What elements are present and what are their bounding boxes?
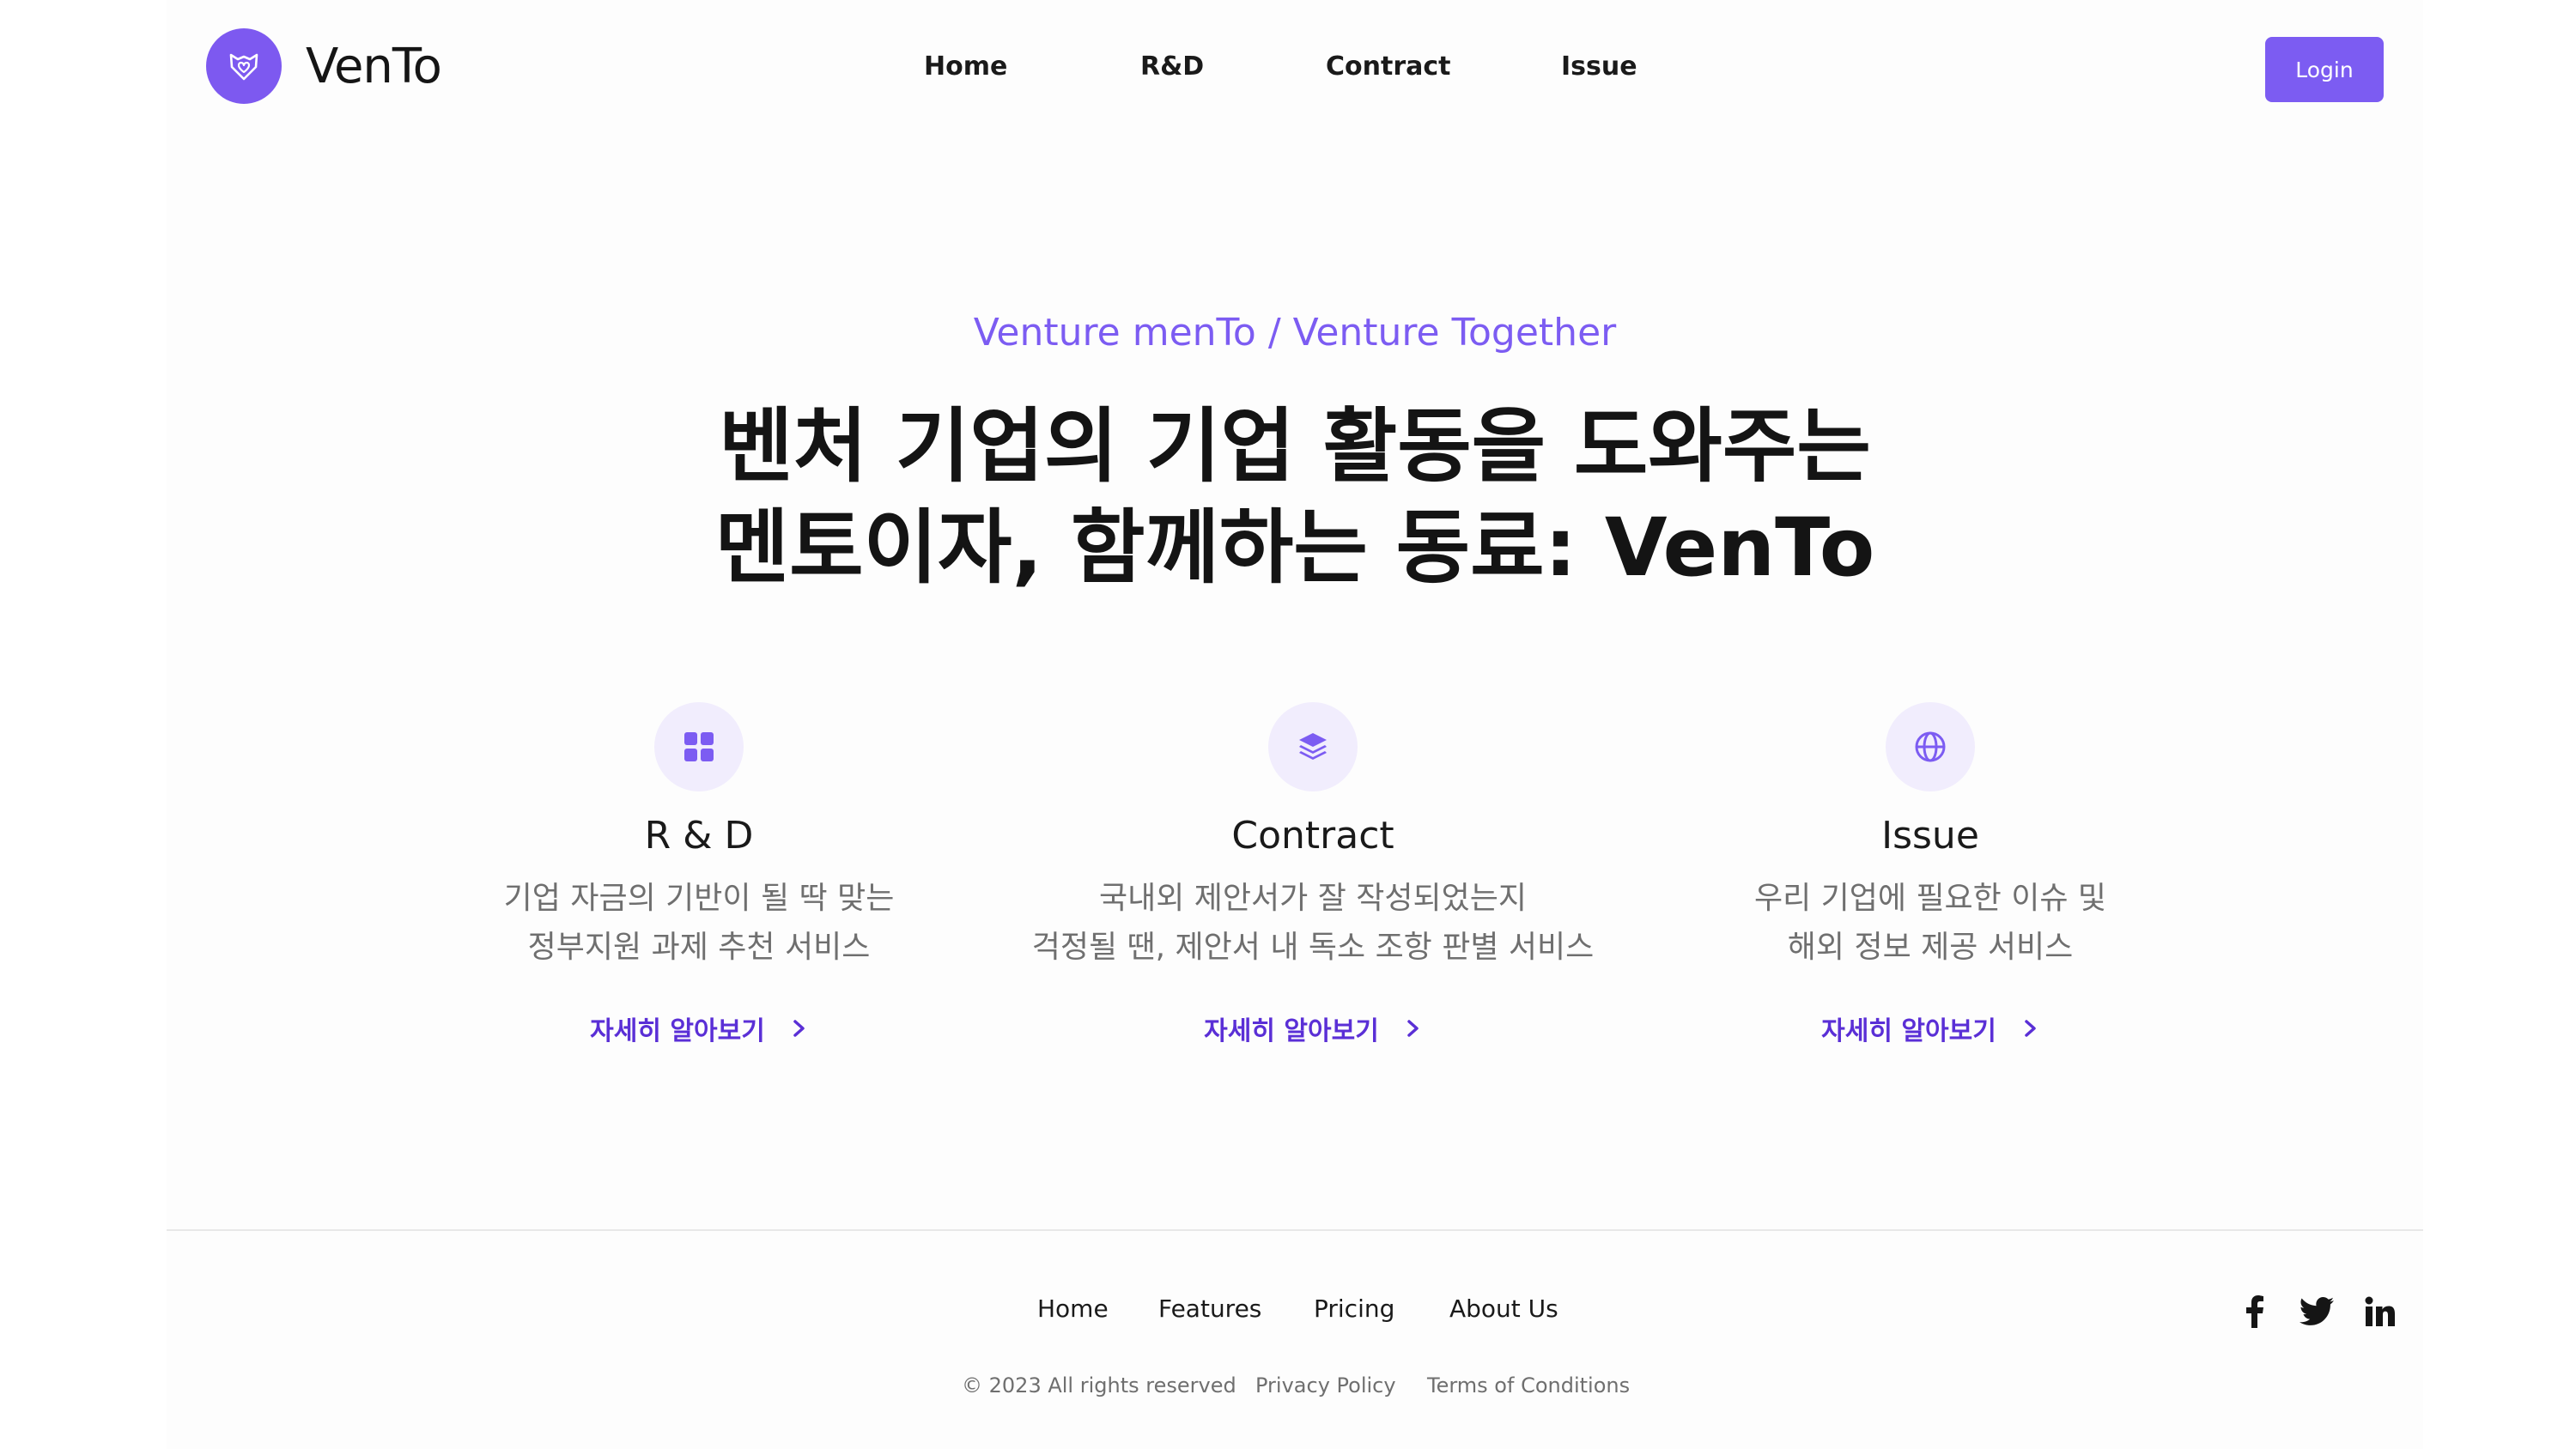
grid-icon [654,702,744,791]
feature-description: 국내외 제안서가 잘 작성되었는지 걱정될 땐, 제안서 내 독소 조항 판별 … [1004,874,1622,972]
chevron-right-icon [2025,1020,2036,1037]
facebook-icon[interactable] [2236,1293,2274,1331]
layers-icon [1268,702,1358,791]
feature-title: R & D [644,814,754,858]
feature-desc-line-1: 우리 기업에 필요한 이슈 및 [1753,881,2107,916]
feature-desc-line-2: 걱정될 땐, 제안서 내 독소 조항 판별 서비스 [1031,930,1595,965]
feature-title: Issue [1881,814,1979,858]
nav-rd[interactable]: R&D [1140,52,1204,82]
nav-home[interactable]: Home [924,52,1007,82]
feature-desc-line-1: 국내외 제안서가 잘 작성되었는지 [1098,881,1527,916]
learn-more-link-rd[interactable]: 자세히 알아보기 [390,1009,1008,1047]
learn-more-label: 자세히 알아보기 [1821,1016,1996,1046]
footer-link-pricing[interactable]: Pricing [1314,1294,1394,1323]
hero-subtitle: Venture menTo / Venture Together [973,311,1617,355]
page: VenTo Home R&D Contract Issue Login Vent… [167,0,2423,1449]
twitter-icon[interactable] [2298,1293,2336,1331]
footer-divider [167,1229,2423,1231]
globe-icon [1886,702,1975,791]
main-nav: Home R&D Contract Issue [167,52,2423,91]
login-button[interactable]: Login [2265,37,2384,102]
feature-description: 기업 자금의 기반이 될 딱 맞는 정부지원 과제 추천 서비스 [390,874,1008,972]
linkedin-icon[interactable] [2361,1293,2399,1331]
privacy-policy-link[interactable]: Privacy Policy [1255,1373,1396,1397]
feature-desc-line-2: 정부지원 과제 추천 서비스 [527,930,871,965]
terms-link[interactable]: Terms of Conditions [1427,1373,1630,1397]
feature-desc-line-1: 기업 자금의 기반이 될 딱 맞는 [503,881,895,916]
hero-title-line-2: 멘토이자, 함께하는 동료: VenTo [714,501,1875,595]
copyright-text: © 2023 All rights reserved [962,1373,1236,1397]
hero-title-line-1: 벤처 기업의 기업 활동을 도와주는 [719,400,1871,494]
nav-issue[interactable]: Issue [1561,52,1637,82]
footer-link-features[interactable]: Features [1158,1294,1261,1323]
footer-link-home[interactable]: Home [1037,1294,1109,1323]
hero-title: 벤처 기업의 기업 활동을 도와주는 멘토이자, 함께하는 동료: VenTo [167,397,2423,599]
chevron-right-icon [1407,1020,1419,1037]
feature-desc-line-2: 해외 정보 제공 서비스 [1787,930,2074,965]
learn-more-link-issue[interactable]: 자세히 알아보기 [1621,1009,2239,1047]
nav-contract[interactable]: Contract [1326,52,1451,82]
chevron-right-icon [793,1020,805,1037]
learn-more-label: 자세히 알아보기 [590,1016,765,1046]
learn-more-label: 자세히 알아보기 [1204,1016,1379,1046]
feature-title: Contract [1231,814,1394,858]
feature-description: 우리 기업에 필요한 이슈 및 해외 정보 제공 서비스 [1621,874,2239,972]
footer-link-about-us[interactable]: About Us [1449,1294,1558,1323]
header: VenTo Home R&D Contract Issue Login [167,0,2423,146]
learn-more-link-contract[interactable]: 자세히 알아보기 [1004,1009,1622,1047]
